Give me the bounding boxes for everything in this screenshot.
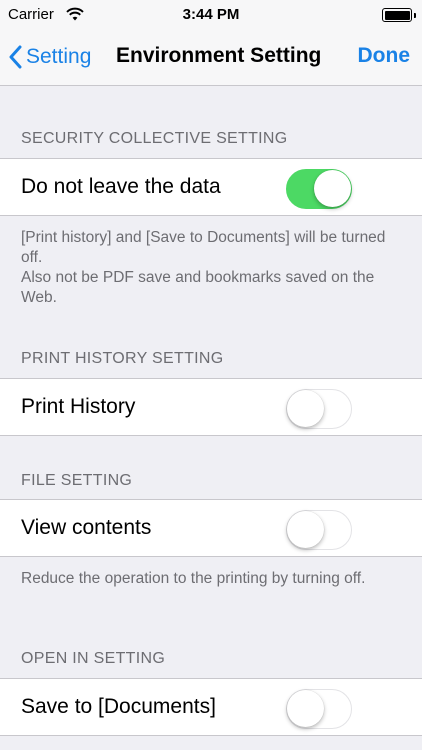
chevron-left-icon bbox=[9, 45, 22, 69]
section-header-security: SECURITY COLLECTIVE SETTING bbox=[21, 130, 288, 147]
footnote-line: Also not be PDF save and bookmarks saved… bbox=[21, 269, 375, 306]
row-do-not-leave-data: Do not leave the data bbox=[0, 158, 422, 216]
view-contents-toggle[interactable] bbox=[286, 510, 352, 550]
status-time: 3:44 PM bbox=[182, 6, 240, 23]
row-label: View contents bbox=[21, 516, 152, 539]
footnote-line: [Print history] and [Save to Documents] … bbox=[21, 229, 386, 266]
file-footnote: Reduce the operation to the printing by … bbox=[21, 570, 366, 587]
back-label: Setting bbox=[26, 45, 92, 68]
toggle-knob bbox=[287, 690, 324, 727]
section-header-print-history: PRINT HISTORY SETTING bbox=[21, 350, 224, 367]
row-print-history: Print History bbox=[0, 378, 422, 436]
row-label: Do not leave the data bbox=[21, 175, 221, 198]
navigation-bar: Setting Environment Setting Done bbox=[0, 30, 422, 86]
section-header-open-in: OPEN IN SETTING bbox=[21, 650, 166, 667]
toggle-knob bbox=[287, 390, 324, 427]
section-header-file: FILE SETTING bbox=[21, 472, 133, 489]
row-view-contents: View contents bbox=[0, 499, 422, 557]
row-label: Save to [Documents] bbox=[21, 695, 216, 718]
save-to-documents-toggle[interactable] bbox=[286, 689, 352, 729]
do-not-leave-data-toggle[interactable] bbox=[286, 169, 352, 209]
back-button[interactable]: Setting bbox=[8, 41, 91, 73]
print-history-toggle[interactable] bbox=[286, 389, 352, 429]
row-save-to-documents: Save to [Documents] bbox=[0, 678, 422, 736]
battery-icon bbox=[382, 8, 416, 22]
security-footnote: [Print history] and [Save to Documents] … bbox=[21, 228, 401, 308]
done-button[interactable]: Done bbox=[358, 44, 411, 68]
toggle-knob bbox=[314, 170, 351, 207]
status-bar: Carrier 3:44 PM bbox=[0, 0, 422, 30]
page-title: Environment Setting bbox=[116, 44, 322, 67]
row-label: Print History bbox=[21, 395, 136, 418]
toggle-knob bbox=[287, 511, 324, 548]
